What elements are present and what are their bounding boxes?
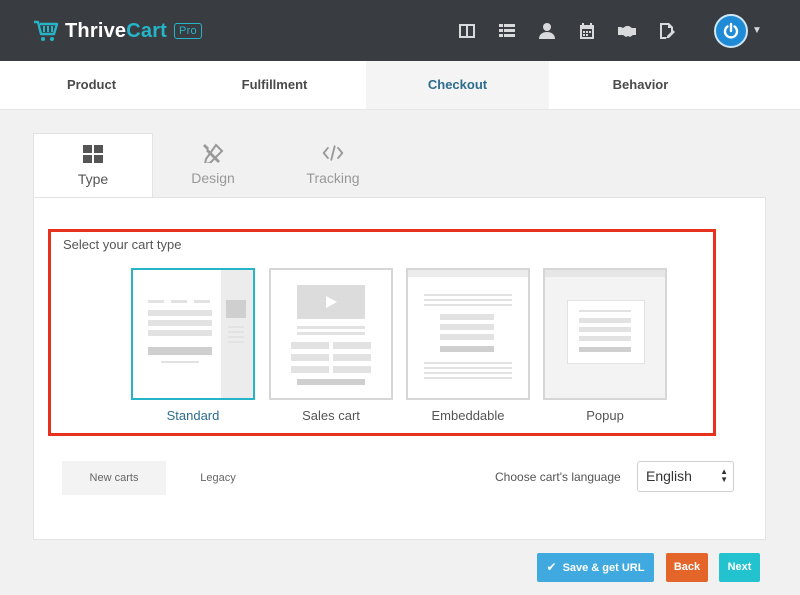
check-icon: ✔ xyxy=(546,560,557,574)
version-tab-new-carts[interactable]: New carts xyxy=(62,461,166,495)
thrivecart-logo[interactable]: Thrive Cart Pro xyxy=(33,19,202,43)
user-avatar[interactable] xyxy=(714,14,748,48)
cart-option-embeddable[interactable]: Embeddable xyxy=(406,268,530,423)
back-button[interactable]: Back xyxy=(666,553,708,582)
subtab-design[interactable]: Design xyxy=(153,133,273,197)
play-icon xyxy=(326,296,337,308)
popup-thumbnail xyxy=(543,268,667,400)
tab-fulfillment[interactable]: Fulfillment xyxy=(183,61,366,109)
language-select-value: English xyxy=(646,468,692,484)
cart-option-popup-label: Popup xyxy=(586,408,624,423)
next-button[interactable]: Next xyxy=(719,553,760,582)
subtab-tracking-label: Tracking xyxy=(306,170,360,186)
subtab-tracking[interactable]: Tracking xyxy=(273,133,393,197)
cart-version-tabs: New carts Legacy xyxy=(62,461,270,495)
tab-checkout[interactable]: Checkout xyxy=(366,61,549,109)
cart-option-sales-cart-label: Sales cart xyxy=(302,408,360,423)
power-icon xyxy=(723,22,739,39)
code-icon xyxy=(322,145,344,161)
embeddable-thumbnail xyxy=(406,268,530,400)
subtab-type-label: Type xyxy=(77,171,109,187)
pro-badge: Pro xyxy=(174,23,202,39)
list-icon[interactable] xyxy=(495,20,519,42)
tab-product[interactable]: Product xyxy=(0,61,183,109)
sales-cart-thumbnail xyxy=(269,268,393,400)
subtab-design-label: Design xyxy=(191,170,235,186)
language-label: Choose cart's language xyxy=(495,470,621,484)
main-tabs: Product Fulfillment Checkout Behavior xyxy=(0,61,800,110)
cart-option-embeddable-label: Embeddable xyxy=(431,408,505,423)
save-get-url-button[interactable]: ✔ Save & get URL xyxy=(537,553,654,582)
design-tools-icon xyxy=(203,143,224,163)
user-icon[interactable] xyxy=(535,20,559,42)
cart-option-standard[interactable]: Standard xyxy=(131,268,255,423)
save-button-label: Save & get URL xyxy=(562,562,645,574)
handshake-icon[interactable] xyxy=(615,20,639,42)
brand-name-part1: Thrive xyxy=(65,19,127,42)
cart-type-label: Select your cart type xyxy=(63,237,182,252)
subtab-type[interactable]: Type xyxy=(33,133,153,198)
cart-option-standard-label: Standard xyxy=(166,408,220,423)
top-nav-icons xyxy=(455,20,695,42)
version-tab-legacy[interactable]: Legacy xyxy=(166,461,270,495)
checkout-sub-tabs: Type Design Tracking xyxy=(33,133,393,198)
cart-logo-icon xyxy=(34,20,59,41)
tab-behavior[interactable]: Behavior xyxy=(549,61,732,109)
layout-icon[interactable] xyxy=(455,20,479,42)
top-navigation-bar: Thrive Cart Pro ▼ xyxy=(0,0,800,61)
chevron-down-icon[interactable]: ▼ xyxy=(752,25,762,36)
signature-icon[interactable] xyxy=(655,20,679,42)
cart-option-sales-cart[interactable]: Sales cart xyxy=(269,268,393,423)
select-arrows-icon: ▲ ▼ xyxy=(720,467,728,484)
grid-icon xyxy=(83,145,103,163)
brand-name-part2: Cart xyxy=(126,19,168,42)
standard-thumbnail xyxy=(131,268,255,400)
language-select[interactable]: English ▲ ▼ xyxy=(637,461,734,492)
cart-option-popup[interactable]: Popup xyxy=(543,268,667,423)
calendar-icon[interactable] xyxy=(575,20,599,42)
